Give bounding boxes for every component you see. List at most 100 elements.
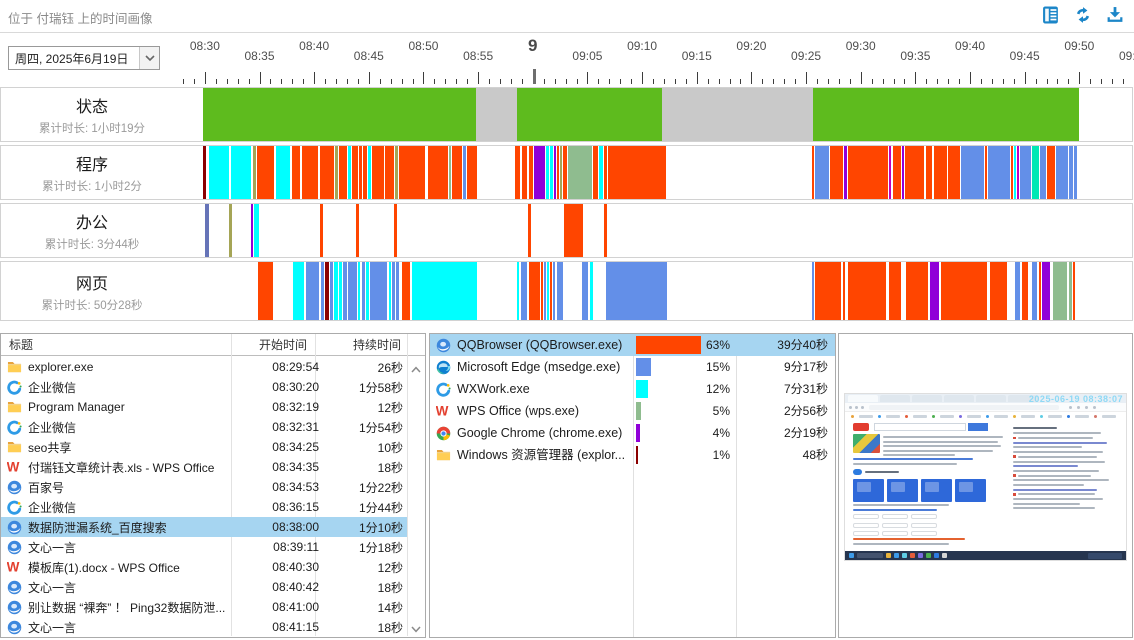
download-icon[interactable] — [1106, 6, 1124, 24]
activity-segment[interactable] — [257, 146, 274, 199]
activity-segment[interactable] — [662, 88, 813, 141]
activity-segment[interactable] — [1032, 146, 1039, 199]
activity-segment[interactable] — [251, 204, 253, 257]
activity-segment[interactable] — [321, 262, 324, 320]
activity-segment[interactable] — [1073, 262, 1075, 320]
activity-segment[interactable] — [553, 262, 555, 320]
activity-segment[interactable] — [467, 146, 477, 199]
scroll-down-icon[interactable] — [410, 621, 422, 631]
activity-segment[interactable] — [1039, 262, 1041, 320]
app-usage-row[interactable]: WXWork.exe12%7分31秒 — [430, 378, 835, 400]
activity-segment[interactable] — [1074, 146, 1077, 199]
activity-segment[interactable] — [1056, 146, 1068, 199]
activity-segment[interactable] — [522, 146, 527, 199]
app-usage-row[interactable]: QQBrowser (QQBrowser.exe)63%39分40秒 — [430, 334, 835, 356]
activity-segment[interactable] — [528, 204, 531, 257]
activity-segment[interactable] — [1017, 146, 1019, 199]
activity-segment[interactable] — [517, 262, 519, 320]
activity-segment[interactable] — [547, 262, 549, 320]
activity-segment[interactable] — [205, 204, 209, 257]
activity-segment[interactable] — [463, 146, 466, 199]
table-row[interactable]: 企业微信08:32:311分54秒 — [1, 417, 407, 437]
chevron-down-icon[interactable] — [139, 47, 159, 69]
activity-segment[interactable] — [306, 262, 319, 320]
screenshot-thumbnail[interactable]: 2025-06-19 08:38:07 — [844, 393, 1127, 561]
activity-segment[interactable] — [889, 262, 902, 320]
table-row[interactable]: W模板库(1).docx - WPS Office08:40:3012秒 — [1, 557, 407, 577]
activity-segment[interactable] — [848, 262, 886, 320]
activity-segment[interactable] — [521, 262, 527, 320]
activity-segment[interactable] — [334, 262, 338, 320]
table-row[interactable]: 文心一言08:39:111分18秒 — [1, 537, 407, 557]
activity-segment[interactable] — [385, 146, 394, 199]
activity-segment[interactable] — [599, 146, 603, 199]
table-row[interactable]: 企业微信08:36:151分44秒 — [1, 497, 407, 517]
activity-segment[interactable] — [590, 262, 593, 320]
scroll-up-icon[interactable] — [410, 361, 422, 371]
activity-segment[interactable] — [582, 262, 588, 320]
activity-segment[interactable] — [231, 146, 251, 199]
activity-segment[interactable] — [604, 146, 607, 199]
column-header-start-time[interactable]: 开始时间 — [235, 334, 307, 356]
activity-segment[interactable] — [1022, 262, 1028, 320]
activity-segment[interactable] — [563, 146, 567, 199]
activity-segment[interactable] — [366, 262, 369, 320]
table-row[interactable]: 数据防泄漏系统_百度搜索08:38:001分10秒 — [1, 517, 407, 537]
table-row[interactable]: 企业微信08:30:201分58秒 — [1, 377, 407, 397]
activity-segment[interactable] — [209, 146, 229, 199]
activity-segment[interactable] — [544, 262, 546, 320]
activity-segment[interactable] — [515, 146, 520, 199]
activity-segment[interactable] — [402, 262, 410, 320]
activity-segment[interactable] — [370, 262, 387, 320]
activity-segment[interactable] — [941, 262, 987, 320]
activity-segment[interactable] — [1040, 146, 1046, 199]
activity-segment[interactable] — [292, 146, 300, 199]
activity-segment[interactable] — [1014, 146, 1016, 199]
activity-segment[interactable] — [476, 88, 517, 141]
activity-segment[interactable] — [203, 146, 206, 199]
activity-segment[interactable] — [830, 146, 843, 199]
activity-segment[interactable] — [348, 146, 351, 199]
activity-segment[interactable] — [550, 262, 552, 320]
activity-segment[interactable] — [517, 88, 662, 141]
activity-segment[interactable] — [988, 146, 1010, 199]
activity-segment[interactable] — [604, 204, 607, 257]
activity-segment[interactable] — [394, 204, 397, 257]
activity-segment[interactable] — [1042, 262, 1050, 320]
activity-segment[interactable] — [1069, 262, 1072, 320]
activity-segment[interactable] — [203, 88, 476, 141]
activity-segment[interactable] — [293, 262, 304, 320]
activity-segment[interactable] — [363, 146, 367, 199]
activity-segment[interactable] — [320, 146, 334, 199]
activity-segment[interactable] — [1020, 146, 1031, 199]
activity-segment[interactable] — [395, 146, 398, 199]
table-row[interactable]: W付瑞钰文章统计表.xls - WPS Office08:34:3518秒 — [1, 457, 407, 477]
activity-segment[interactable] — [1015, 262, 1020, 320]
activity-segment[interactable] — [302, 146, 318, 199]
activity-segment[interactable] — [412, 262, 478, 320]
activity-segment[interactable] — [606, 262, 667, 320]
table-row[interactable]: 百家号08:34:531分22秒 — [1, 477, 407, 497]
app-usage-row[interactable]: WWPS Office (wps.exe)5%2分56秒 — [430, 400, 835, 422]
activity-segment[interactable] — [568, 146, 592, 199]
activity-segment[interactable] — [348, 262, 357, 320]
table-row[interactable]: explorer.exe08:29:5426秒 — [1, 357, 407, 377]
activity-segment[interactable] — [550, 146, 553, 199]
activity-segment[interactable] — [848, 146, 888, 199]
activity-segment[interactable] — [358, 262, 360, 320]
activity-segment[interactable] — [926, 146, 932, 199]
activity-segment[interactable] — [452, 146, 462, 199]
activity-segment[interactable] — [554, 146, 556, 199]
activity-segment[interactable] — [339, 262, 342, 320]
activity-segment[interactable] — [362, 262, 365, 320]
activity-segment[interactable] — [557, 146, 559, 199]
app-usage-row[interactable]: Windows 资源管理器 (explor...1%48秒 — [430, 444, 835, 466]
activity-segment[interactable] — [948, 146, 960, 199]
activity-segment[interactable] — [254, 204, 259, 257]
activity-segment[interactable] — [1011, 146, 1013, 199]
activity-segment[interactable] — [352, 146, 358, 199]
activity-segment[interactable] — [843, 262, 845, 320]
activity-segment[interactable] — [934, 146, 947, 199]
activity-segment[interactable] — [325, 262, 329, 320]
activity-segment[interactable] — [258, 262, 273, 320]
